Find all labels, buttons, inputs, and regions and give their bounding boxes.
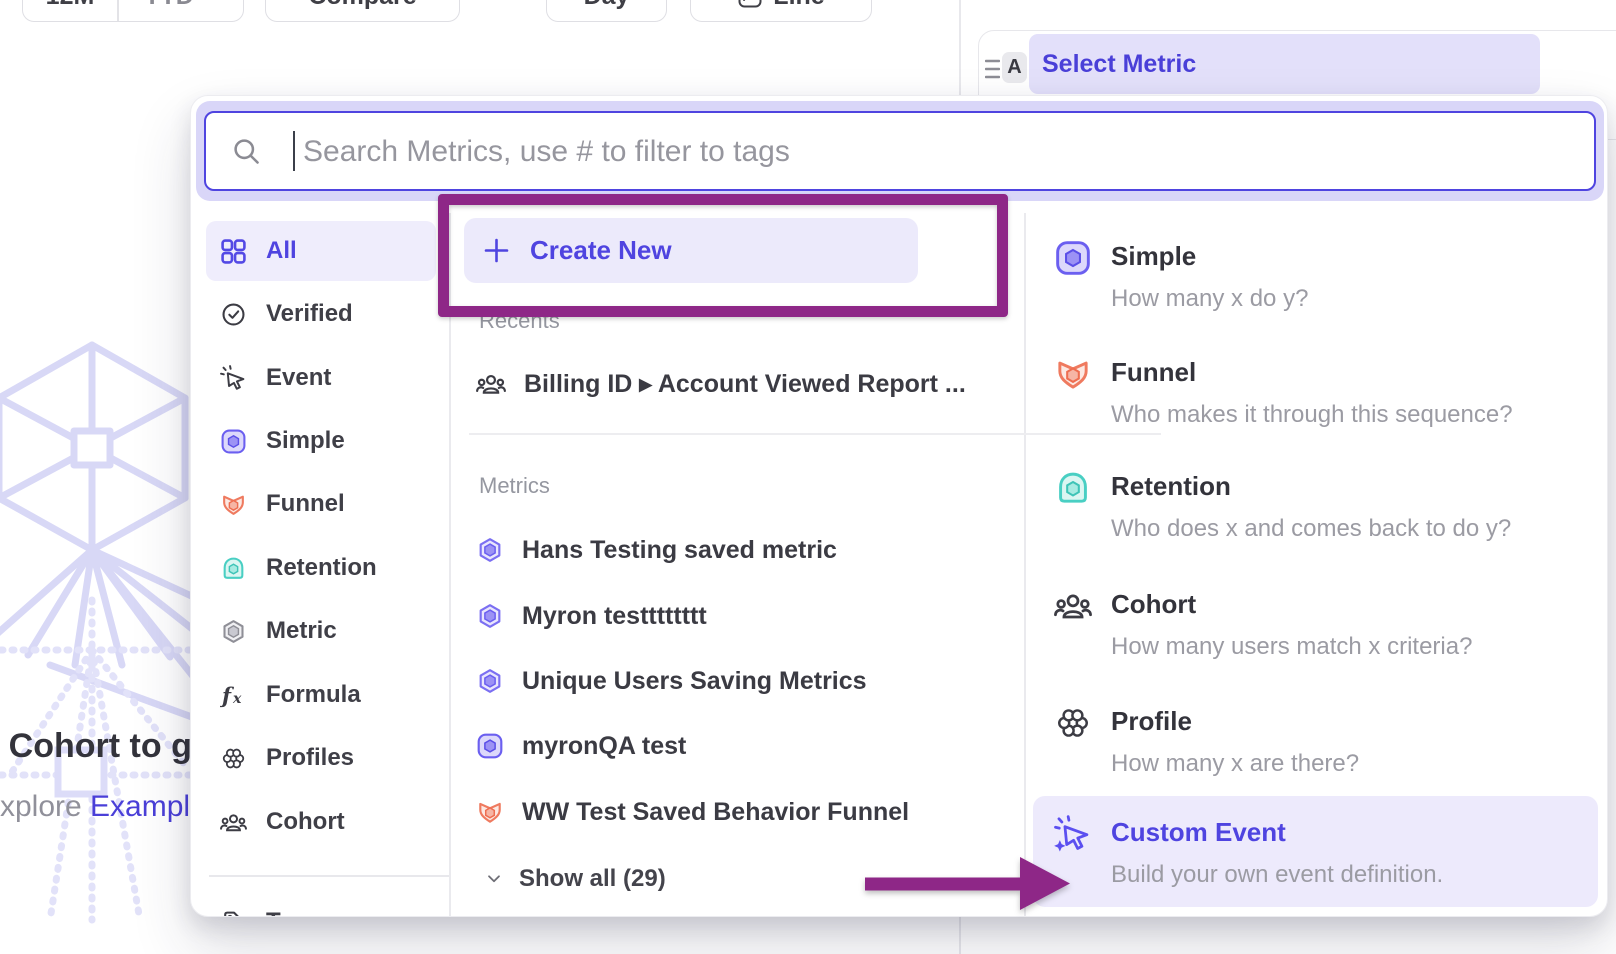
metric-list-item[interactable]: Myron testttttttt [476, 590, 1016, 642]
event-cursor-icon [220, 365, 247, 392]
sidebar-item-event[interactable]: Event [206, 348, 436, 408]
range-12m-button[interactable]: 12M [23, 0, 117, 21]
type-title-funnel[interactable]: Funnel [1111, 357, 1196, 388]
sidebar-item-retention[interactable]: Retention [206, 538, 436, 598]
column-divider [1024, 213, 1026, 917]
search-placeholder: Search Metrics, use # to filter to tags [303, 135, 790, 169]
wireframe-illustration [0, 335, 200, 935]
svg-text:x: x [232, 691, 242, 707]
metrics-header: Metrics [479, 473, 550, 499]
verified-badge-icon [220, 301, 247, 328]
metric-list-item[interactable]: WW Test Saved Behavior Funnel [476, 786, 1016, 838]
cohort-people-icon [220, 809, 247, 836]
search-input[interactable]: Search Metrics, use # to filter to tags [204, 111, 1596, 191]
recents-metrics-divider [469, 433, 1161, 435]
sidebar-item-formula[interactable]: ƒ x Formula [206, 665, 436, 725]
app-root: r Cohort to ge xplore Example R 12M YTD … [0, 0, 1616, 954]
sidebar-item-funnel[interactable]: Funnel [206, 474, 436, 534]
sidebar-item-partial[interactable]: T [206, 892, 436, 917]
select-metric-field[interactable]: Select Metric [1029, 34, 1540, 94]
metric-list-item[interactable]: Hans Testing saved metric [476, 524, 1016, 576]
granularity-button[interactable]: Day [546, 0, 667, 22]
funnel-icon [1054, 355, 1092, 393]
simple-metric-icon [220, 428, 247, 455]
select-metric-label: Select Metric [1042, 50, 1196, 79]
metric-list-item[interactable]: myronQA test [476, 720, 1016, 772]
funnel-icon [476, 798, 504, 826]
type-title-custom-event[interactable]: Custom Event [1111, 817, 1286, 848]
chevron-down-icon [202, 0, 218, 4]
metric-hexagon-icon [476, 667, 504, 695]
sidebar-divider [449, 213, 451, 917]
custom-event-icon [1054, 815, 1092, 853]
sidebar-item-cohort[interactable]: Cohort [206, 792, 436, 852]
type-desc-profile: How many x are there? [1111, 750, 1359, 778]
simple-metric-icon [476, 732, 504, 760]
sidebar-item-verified[interactable]: Verified [206, 284, 436, 344]
background-headline: r Cohort to ge [0, 727, 211, 766]
profiles-cluster-icon [220, 745, 247, 772]
funnel-icon [220, 491, 247, 518]
metric-list-item[interactable]: Unique Users Saving Metrics [476, 655, 1016, 707]
recent-item-row[interactable]: Billing ID ▸ Account Viewed Report ... [476, 358, 1016, 410]
drag-handle-icon[interactable] [985, 58, 1000, 84]
sidebar-item-metric[interactable]: Metric [206, 601, 436, 661]
chart-type-button[interactable]: Line [690, 0, 872, 22]
type-title-profile[interactable]: Profile [1111, 706, 1192, 737]
cohort-people-icon [476, 369, 506, 399]
series-a-badge: A [1002, 52, 1027, 83]
compare-button[interactable]: Compare [265, 0, 460, 22]
sidebar-item-all[interactable]: All [206, 221, 436, 281]
type-desc-custom-event: Build your own event definition. [1111, 861, 1443, 889]
annotation-box-create-new [438, 194, 1008, 317]
type-title-cohort[interactable]: Cohort [1111, 589, 1196, 620]
line-chart-icon [737, 0, 763, 9]
range-ytd-button[interactable]: YTD [119, 0, 244, 21]
tag-icon [220, 909, 247, 918]
retention-icon [220, 555, 247, 582]
retention-icon [1054, 469, 1092, 507]
explore-prefix: xplore [0, 790, 90, 823]
cohort-people-icon [1054, 587, 1092, 625]
type-title-retention[interactable]: Retention [1111, 471, 1231, 502]
type-desc-cohort: How many users match x criteria? [1111, 633, 1472, 661]
chevron-down-icon [484, 869, 504, 889]
sidebar-item-profiles[interactable]: Profiles [206, 728, 436, 788]
type-desc-simple: How many x do y? [1111, 285, 1308, 313]
text-caret [293, 131, 295, 171]
metric-hexagon-icon [476, 602, 504, 630]
type-desc-retention: Who does x and comes back to do y? [1111, 515, 1511, 543]
search-icon [231, 136, 261, 166]
type-desc-funnel: Who makes it through this sequence? [1111, 401, 1513, 429]
type-title-simple[interactable]: Simple [1111, 241, 1196, 272]
metric-hexagon-icon [476, 536, 504, 564]
formula-fx-icon: ƒ x [220, 682, 247, 709]
custom-event-highlight[interactable] [1033, 796, 1598, 907]
sidebar-item-simple[interactable]: Simple [206, 411, 436, 471]
show-all-toggle[interactable]: Show all (29) [484, 854, 666, 904]
metric-hexagon-icon [220, 618, 247, 645]
profiles-cluster-icon [1054, 704, 1092, 742]
time-range-segment[interactable]: 12M YTD [22, 0, 244, 22]
grid-icon [220, 238, 247, 265]
sidebar-section-divider [209, 875, 449, 877]
simple-metric-icon [1054, 239, 1092, 277]
